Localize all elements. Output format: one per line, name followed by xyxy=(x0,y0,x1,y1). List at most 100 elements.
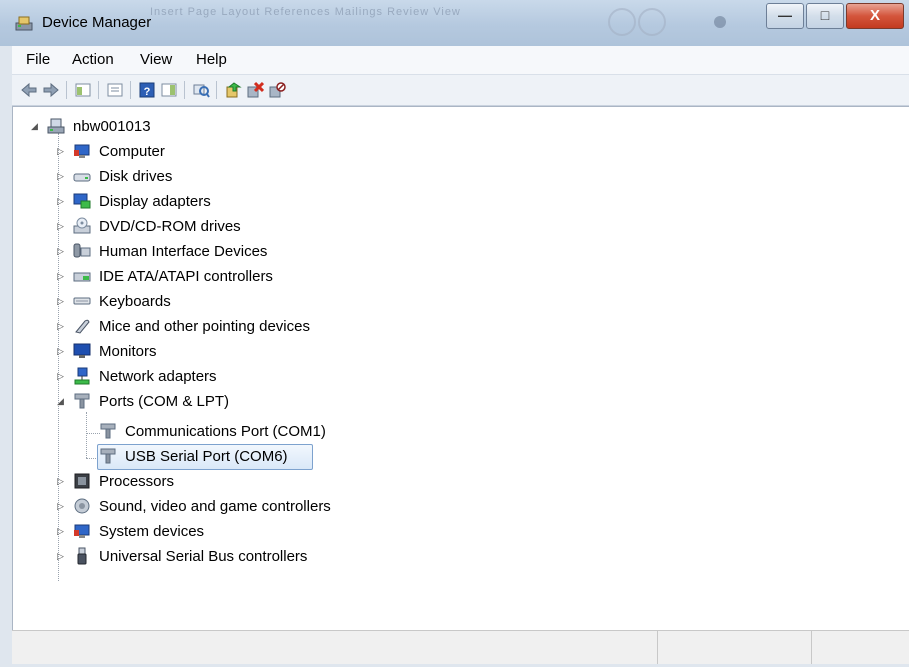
tree-item-label: Computer xyxy=(99,143,165,160)
menu-file[interactable]: File xyxy=(26,51,50,68)
tree-item-sound-video-game[interactable]: ▷ Sound, video and game controllers xyxy=(57,496,417,518)
root-label: nbw001013 xyxy=(73,118,151,135)
expand-arrow-icon[interactable]: ▷ xyxy=(57,501,67,511)
expand-arrow-icon[interactable]: ▷ xyxy=(57,246,67,256)
processor-icon xyxy=(74,473,90,489)
status-bar-divider xyxy=(657,631,658,664)
tree-item-label: Processors xyxy=(99,473,175,490)
minimize-button[interactable]: — xyxy=(766,3,804,29)
port-icon xyxy=(100,448,116,464)
device-tree[interactable]: ◢ nbw001013 ▷ Computer ▷ Disk drives ▷ D… xyxy=(12,106,909,631)
disk-drive-icon xyxy=(73,173,91,182)
tree-item-human-interface-devices[interactable]: ▷ Human Interface Devices xyxy=(57,241,357,263)
expand-arrow-icon[interactable]: ▷ xyxy=(57,171,67,181)
tree-item-label: Ports (COM & LPT) xyxy=(99,393,230,410)
expand-arrow-icon[interactable]: ▷ xyxy=(57,476,67,486)
tree-item-monitors[interactable]: ▷ Monitors xyxy=(57,341,357,363)
tree-item-display-adapters[interactable]: ▷ Display adapters xyxy=(57,191,357,213)
port-icon xyxy=(74,393,90,409)
expand-arrow-icon[interactable]: ▷ xyxy=(57,526,67,536)
tree-item-disk-drives[interactable]: ▷ Disk drives xyxy=(57,166,357,188)
properties-icon[interactable] xyxy=(106,81,124,99)
tree-item-mice[interactable]: ▷ Mice and other pointing devices xyxy=(57,316,397,338)
tree-item-label: Monitors xyxy=(99,343,157,360)
tree-item-keyboards[interactable]: ▷ Keyboards xyxy=(57,291,357,313)
expand-arrow-icon[interactable]: ▷ xyxy=(57,321,67,331)
tree-item-usb-controllers[interactable]: ▷ Universal Serial Bus controllers xyxy=(57,546,397,568)
tree-item-label: System devices xyxy=(99,523,205,540)
sound-icon xyxy=(74,498,90,514)
expand-arrow-icon[interactable]: ▷ xyxy=(57,296,67,306)
monitor-icon xyxy=(73,343,91,358)
show-hide-tree-icon[interactable] xyxy=(74,81,92,99)
expand-arrow-icon[interactable]: ▷ xyxy=(57,551,67,561)
toolbar-separator xyxy=(216,81,217,99)
close-button[interactable]: X xyxy=(846,3,904,29)
tree-item-ide-ata-atapi-controllers[interactable]: ▷ IDE ATA/ATAPI controllers xyxy=(57,266,357,288)
expand-arrow-icon[interactable]: ▷ xyxy=(57,271,67,281)
toolbar: ? xyxy=(12,75,909,106)
scan-hardware-icon[interactable] xyxy=(192,81,210,99)
title-bar[interactable]: Device Manager Insert Page Layout Refere… xyxy=(0,0,909,46)
update-driver-icon[interactable] xyxy=(224,81,242,99)
expand-arrow-icon[interactable]: ▷ xyxy=(57,371,67,381)
minimize-icon: — xyxy=(778,7,792,23)
ide-controller-icon xyxy=(73,272,91,282)
computer-icon xyxy=(74,144,90,158)
background-ribbon-icons xyxy=(608,8,726,36)
tree-connector xyxy=(86,433,100,434)
menu-action[interactable]: Action xyxy=(72,51,114,68)
disable-icon[interactable] xyxy=(268,81,286,99)
tree-item-system-devices[interactable]: ▷ System devices xyxy=(57,521,357,543)
port-icon xyxy=(100,423,116,439)
expand-arrow-icon[interactable]: ▷ xyxy=(57,221,67,231)
collapse-arrow-icon[interactable]: ◢ xyxy=(57,396,67,406)
menu-view[interactable]: View xyxy=(140,51,172,68)
help-icon[interactable]: ? xyxy=(138,81,156,99)
tree-item-dvd-cd-rom-drives[interactable]: ▷ DVD/CD-ROM drives xyxy=(57,216,357,238)
status-bar xyxy=(12,630,909,664)
tree-item-network-adapters[interactable]: ▷ Network adapters xyxy=(57,366,357,388)
action-pane-icon[interactable] xyxy=(160,81,178,99)
tree-item-ports[interactable]: ◢ Ports (COM & LPT) xyxy=(57,391,357,413)
tree-item-computer[interactable]: ▷ Computer xyxy=(57,141,357,163)
menu-bar: File Action View Help xyxy=(12,46,909,75)
device-manager-icon xyxy=(15,16,33,31)
tree-item-processors[interactable]: ▷ Processors xyxy=(57,471,357,493)
hid-icon xyxy=(73,243,91,258)
back-icon[interactable] xyxy=(20,81,38,99)
expand-arrow-icon[interactable]: ▷ xyxy=(57,196,67,206)
maximize-button[interactable]: □ xyxy=(806,3,844,29)
tree-item-label: DVD/CD-ROM drives xyxy=(99,218,241,235)
tree-item-label: Communications Port (COM1) xyxy=(125,423,326,440)
tree-item-label: Mice and other pointing devices xyxy=(99,318,310,335)
tree-item-label: Disk drives xyxy=(99,168,173,185)
menu-help[interactable]: Help xyxy=(196,51,227,68)
device-manager-window: Device Manager Insert Page Layout Refere… xyxy=(0,0,909,667)
maximize-icon: □ xyxy=(820,7,830,23)
background-ribbon-tabs: Insert Page Layout References Mailings R… xyxy=(150,6,461,18)
keyboard-icon xyxy=(73,297,91,305)
tree-item-usb-serial-port-com6[interactable]: USB Serial Port (COM6) xyxy=(99,446,399,468)
toolbar-separator xyxy=(66,81,67,99)
tree-item-label: Human Interface Devices xyxy=(99,243,268,260)
tree-item-communications-port-com1[interactable]: Communications Port (COM1) xyxy=(99,421,399,443)
network-adapter-icon xyxy=(74,367,90,385)
forward-icon[interactable] xyxy=(42,81,60,99)
uninstall-icon[interactable] xyxy=(246,81,264,99)
display-adapter-icon xyxy=(73,193,91,209)
toolbar-separator xyxy=(130,81,131,99)
tree-item-label: Network adapters xyxy=(99,368,217,385)
status-bar-divider xyxy=(811,631,812,664)
tree-item-label: Sound, video and game controllers xyxy=(99,498,331,515)
dvd-drive-icon xyxy=(73,217,91,234)
expand-arrow-icon[interactable]: ▷ xyxy=(57,146,67,156)
collapse-arrow-icon[interactable]: ◢ xyxy=(31,121,41,131)
tree-root-computer[interactable]: ◢ nbw001013 xyxy=(31,116,231,138)
tree-item-label: USB Serial Port (COM6) xyxy=(125,448,288,465)
expand-arrow-icon[interactable]: ▷ xyxy=(57,346,67,356)
window-title: Device Manager xyxy=(42,14,152,31)
mouse-icon xyxy=(75,319,90,334)
close-icon: X xyxy=(869,7,880,24)
usb-icon xyxy=(77,547,87,565)
